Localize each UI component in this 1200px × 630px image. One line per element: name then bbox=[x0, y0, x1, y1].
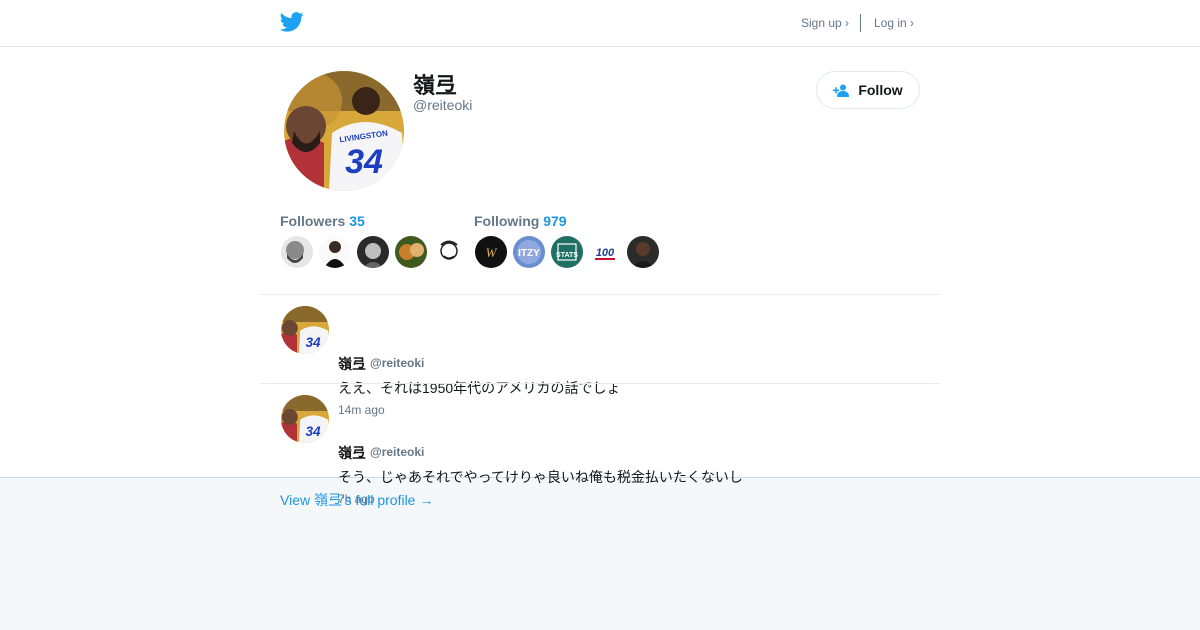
tweet-avatar[interactable]: 34 bbox=[281, 306, 329, 354]
tweet-author-handle[interactable]: @reiteoki bbox=[370, 356, 424, 370]
follower-avatar[interactable] bbox=[281, 236, 313, 268]
nav-separator bbox=[860, 14, 861, 32]
svg-text:34: 34 bbox=[305, 424, 321, 439]
following-count: 979 bbox=[543, 213, 567, 229]
followers-count: 35 bbox=[349, 213, 365, 229]
tweet-timestamp[interactable]: 14m ago bbox=[338, 403, 385, 417]
tweet-author-name[interactable]: 嶺弖 bbox=[338, 443, 366, 463]
svg-text:W: W bbox=[486, 245, 498, 260]
following-avatar[interactable] bbox=[627, 236, 659, 268]
tweet-author-name[interactable]: 嶺弖 bbox=[338, 354, 366, 374]
login-link[interactable]: Log in › bbox=[874, 16, 914, 30]
follower-avatar[interactable] bbox=[433, 236, 465, 268]
add-person-icon bbox=[833, 84, 850, 97]
top-bar: Sign up › Log in › bbox=[0, 0, 1200, 47]
follow-button[interactable]: Follow bbox=[816, 71, 920, 109]
tweet-avatar[interactable]: 34 bbox=[281, 395, 329, 443]
svg-text:100: 100 bbox=[596, 247, 615, 259]
follower-avatar[interactable] bbox=[357, 236, 389, 268]
profile-card: 34 LIVINGSTON 嶺弖 @reiteoki Follow Follow… bbox=[0, 47, 1200, 506]
profile-display-name: 嶺弖 bbox=[413, 73, 458, 98]
signup-link[interactable]: Sign up › bbox=[801, 16, 849, 30]
avatar-jersey-number: 34 bbox=[345, 143, 383, 181]
divider bbox=[260, 294, 940, 295]
following-avatar[interactable]: ITZY bbox=[513, 236, 545, 268]
following-avatar[interactable]: STATS bbox=[551, 236, 583, 268]
followers-label: Followers bbox=[280, 213, 346, 229]
tweet-author-handle[interactable]: @reiteoki bbox=[370, 445, 424, 459]
following-stat[interactable]: Following 979 bbox=[474, 213, 567, 229]
view-full-profile-link[interactable]: View 嶺弖's full profile → bbox=[280, 490, 433, 510]
followers-stat[interactable]: Followers 35 bbox=[280, 213, 365, 229]
profile-handle: @reiteoki bbox=[413, 97, 473, 113]
tweet-text: そう、じゃあそれでやってけりゃ良いね俺も税金払いたくないし bbox=[338, 469, 743, 485]
follower-avatar[interactable] bbox=[319, 236, 351, 268]
svg-text:34: 34 bbox=[305, 335, 321, 350]
svg-text:STATS: STATS bbox=[556, 252, 578, 259]
follower-avatar[interactable] bbox=[395, 236, 427, 268]
following-avatar[interactable]: W bbox=[475, 236, 507, 268]
profile-avatar[interactable]: 34 LIVINGSTON bbox=[284, 71, 404, 191]
following-label: Following bbox=[474, 213, 540, 229]
following-avatar[interactable]: 100 bbox=[589, 236, 621, 268]
divider bbox=[260, 383, 940, 384]
tweet-text: ええ、それは1950年代のアメリカの話でしょ bbox=[338, 380, 621, 396]
svg-text:ITZY: ITZY bbox=[518, 248, 540, 259]
twitter-bird-icon[interactable] bbox=[280, 11, 304, 33]
follow-label: Follow bbox=[858, 82, 903, 98]
